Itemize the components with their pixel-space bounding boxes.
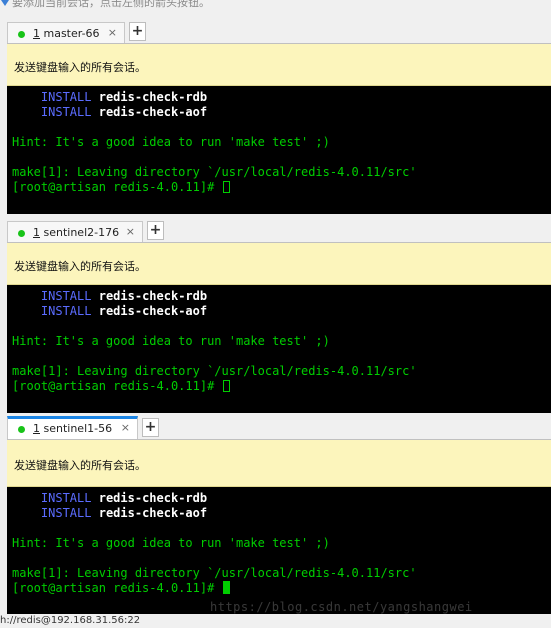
make-line: make[1]: Leaving directory `/usr/local/r… [12,364,417,378]
tab-sentinel2-176[interactable]: 1 sentinel2-176 × [7,221,143,243]
terminal-output[interactable]: INSTALL redis-check-rdb INSTALL redis-ch… [7,285,551,413]
install-keyword: INSTALL [40,289,92,303]
hint-line: Hint: It's a good idea to run 'make test… [12,334,330,348]
install-keyword: INSTALL [40,491,92,505]
install-keyword: INSTALL [40,304,92,318]
install-target: redis-check-rdb [98,90,208,104]
install-target: redis-check-aof [98,105,208,119]
close-icon[interactable]: × [126,225,135,238]
hint-line: Hint: It's a good idea to run 'make test… [12,135,330,149]
tab-sentinel1-56[interactable]: 1 sentinel1-56 × [7,416,138,440]
install-keyword: INSTALL [40,506,92,520]
install-keyword: INSTALL [40,90,92,104]
tab-label: sentinel1-56 [43,422,113,435]
add-tab-button[interactable]: + [129,22,146,41]
tab-bar: 1 master-66 × + [7,20,551,44]
broadcast-banner: 发送键盘输入的所有会话。 [7,44,551,86]
tab-number: 1 [33,422,40,435]
install-target: redis-check-rdb [98,289,208,303]
broadcast-banner: 发送键盘输入的所有会话。 [7,243,551,285]
session-pane-sentinel2: 1 sentinel2-176 × + 发送键盘输入的所有会话。 INSTALL… [7,219,551,413]
status-bar: h://redis@192.168.31.56:22 [0,614,551,628]
install-target: redis-check-rdb [98,491,208,505]
tab-label: master-66 [43,27,100,40]
broadcast-banner: 发送键盘输入的所有会话。 [7,440,551,487]
install-target: redis-check-aof [98,304,208,318]
add-tab-button[interactable]: + [142,418,159,437]
tab-label: sentinel2-176 [43,226,120,239]
install-target: redis-check-aof [98,506,208,520]
close-icon[interactable]: × [121,421,130,434]
add-tab-button[interactable]: + [147,221,164,240]
banner-text: 发送键盘输入的所有会话。 [14,260,146,273]
banner-text: 发送键盘输入的所有会话。 [14,61,146,74]
session-pane-master: 1 master-66 × + 发送键盘输入的所有会话。 INSTALL red… [7,20,551,214]
tab-number: 1 [33,27,40,40]
top-hint-text: 要添加当前会话，点击左侧的箭头按钮。 [12,0,210,9]
terminal-output[interactable]: INSTALL redis-check-rdb INSTALL redis-ch… [7,86,551,214]
cursor [222,380,230,392]
cursor [222,181,230,193]
tab-master-66[interactable]: 1 master-66 × [7,22,125,44]
connected-dot-icon [18,230,25,237]
make-line: make[1]: Leaving directory `/usr/local/r… [12,165,417,179]
cursor [222,581,230,594]
tab-bar: 1 sentinel2-176 × + [7,219,551,243]
make-line: make[1]: Leaving directory `/usr/local/r… [12,566,417,580]
top-hint-bar: 要添加当前会话，点击左侧的箭头按钮。 [0,0,551,12]
terminal-output[interactable]: INSTALL redis-check-rdb INSTALL redis-ch… [7,487,551,614]
arrow-icon [1,0,9,6]
banner-text: 发送键盘输入的所有会话。 [14,459,146,472]
connected-dot-icon [18,426,25,433]
tab-number: 1 [33,226,40,239]
shell-prompt: [root@artisan redis-4.0.11]# [12,581,222,595]
session-pane-sentinel1: 1 sentinel1-56 × + 发送键盘输入的所有会话。 INSTALL … [7,416,551,614]
install-keyword: INSTALL [40,105,92,119]
connected-dot-icon [18,31,25,38]
shell-prompt: [root@artisan redis-4.0.11]# [12,379,222,393]
tab-bar: 1 sentinel1-56 × + [7,416,551,440]
hint-line: Hint: It's a good idea to run 'make test… [12,536,330,550]
watermark: https://blog.csdn.net/yangshangwei [210,600,473,614]
shell-prompt: [root@artisan redis-4.0.11]# [12,180,222,194]
status-connection-text: h://redis@192.168.31.56:22 [0,615,141,626]
close-icon[interactable]: × [108,26,117,39]
